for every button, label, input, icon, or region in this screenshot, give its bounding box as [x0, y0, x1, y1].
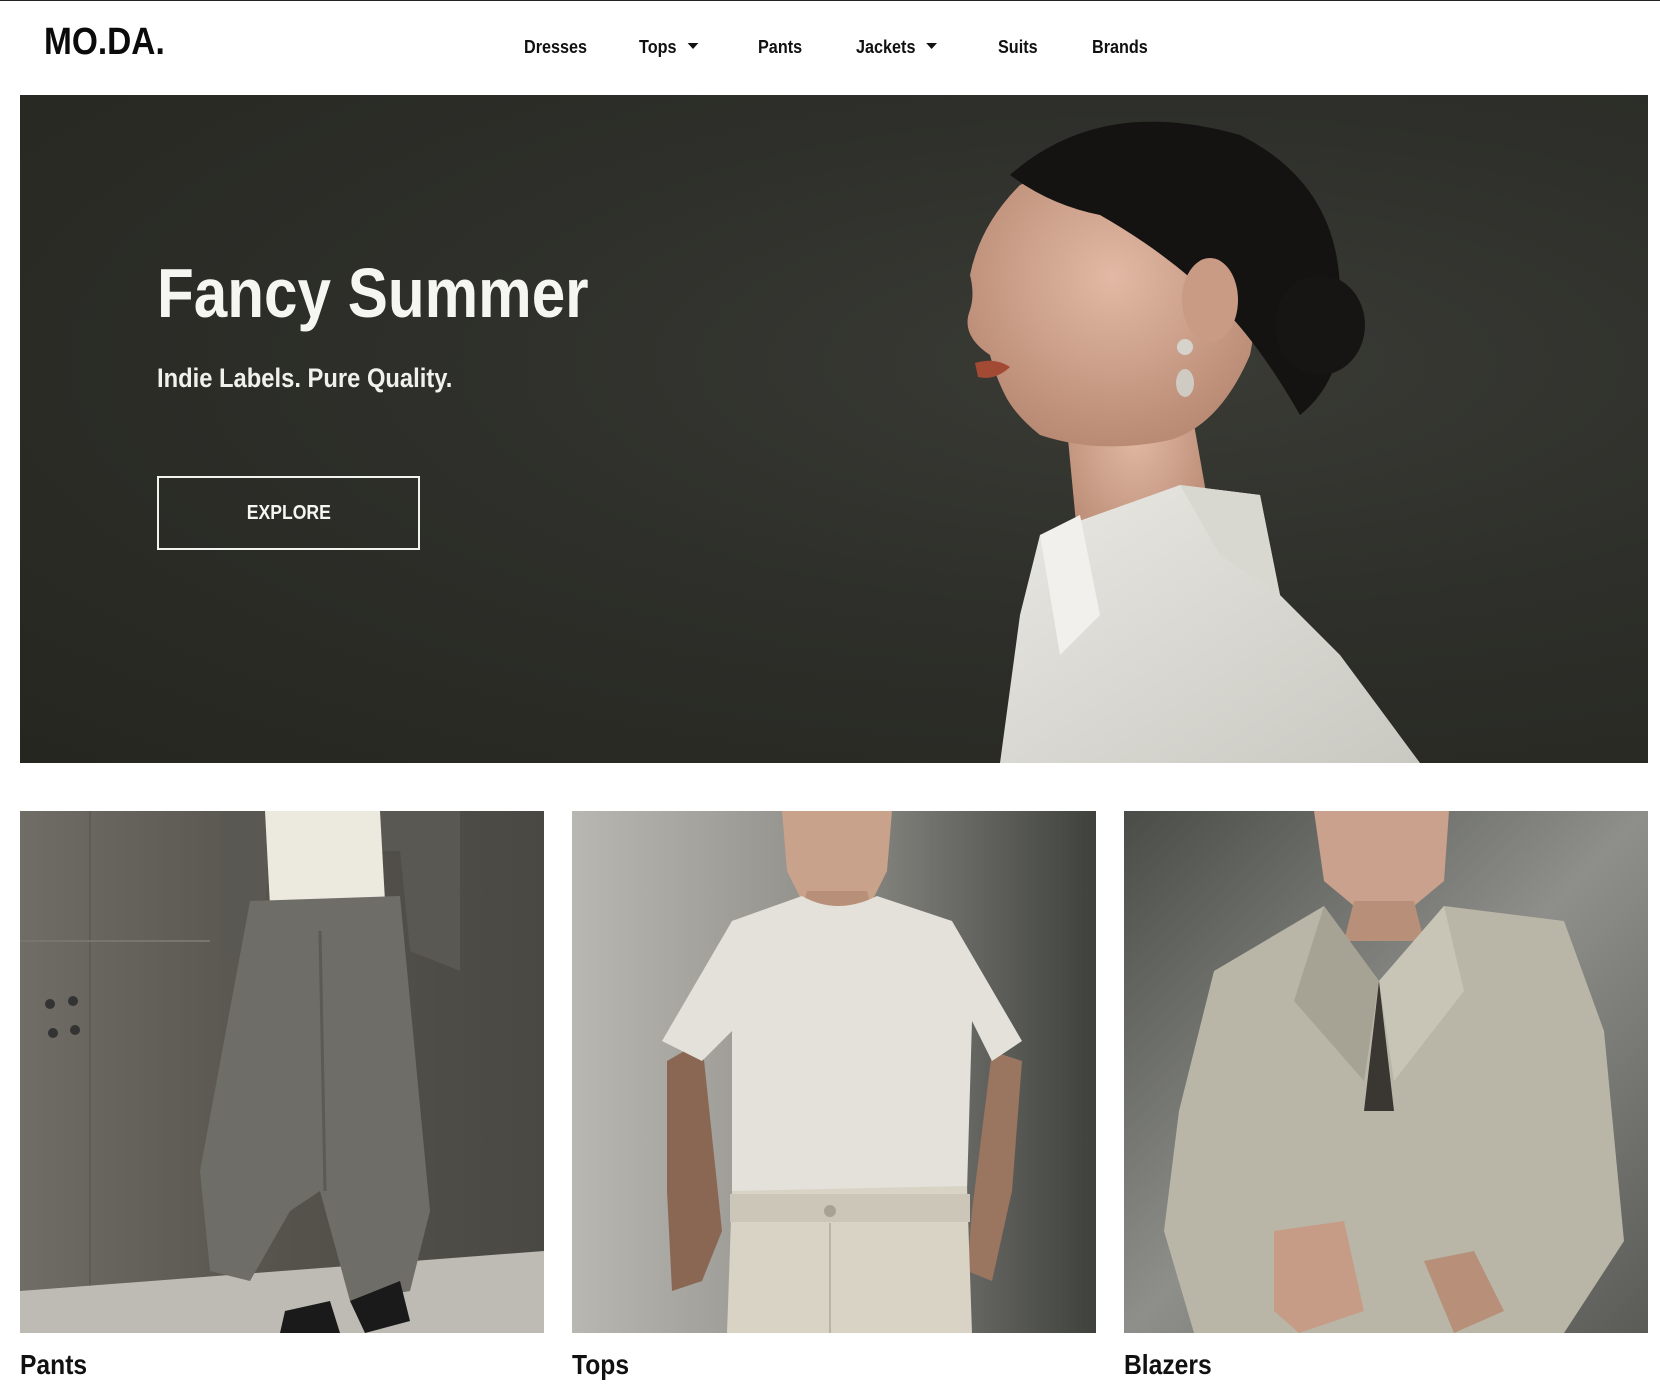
nav-item-pants[interactable]: Pants — [758, 37, 802, 58]
category-label[interactable]: Tops — [572, 1349, 629, 1381]
brand-logo[interactable]: MO.DA. — [44, 21, 165, 64]
category-card-blazers[interactable]: Blazers — [1124, 811, 1648, 1380]
nav-item-dresses[interactable]: Dresses — [524, 37, 587, 58]
nav-item-tops[interactable]: Tops — [639, 37, 699, 58]
site-header: MO.DA. Dresses Tops Pants Jackets Suits … — [0, 1, 1660, 95]
pants-image[interactable] — [20, 811, 544, 1333]
category-card-pants[interactable]: Pants — [20, 811, 544, 1380]
explore-button[interactable]: EXPLORE — [157, 476, 420, 550]
hero-banner: Fancy Summer Indie Labels. Pure Quality.… — [20, 95, 1648, 763]
nav-item-suits[interactable]: Suits — [998, 37, 1038, 58]
chevron-down-icon — [926, 43, 938, 50]
tops-image[interactable] — [572, 811, 1096, 1333]
category-label[interactable]: Pants — [20, 1349, 87, 1381]
hero-title: Fancy Summer — [157, 254, 589, 332]
hero-subtitle: Indie Labels. Pure Quality. — [157, 363, 453, 393]
nav-item-jackets[interactable]: Jackets — [856, 37, 938, 58]
category-label[interactable]: Blazers — [1124, 1349, 1212, 1381]
chevron-down-icon — [687, 43, 699, 50]
nav-item-brands[interactable]: Brands — [1092, 37, 1148, 58]
category-card-tops[interactable]: Tops — [572, 811, 1096, 1380]
hero-model-image — [967, 121, 1420, 763]
blazers-image[interactable] — [1124, 811, 1648, 1333]
